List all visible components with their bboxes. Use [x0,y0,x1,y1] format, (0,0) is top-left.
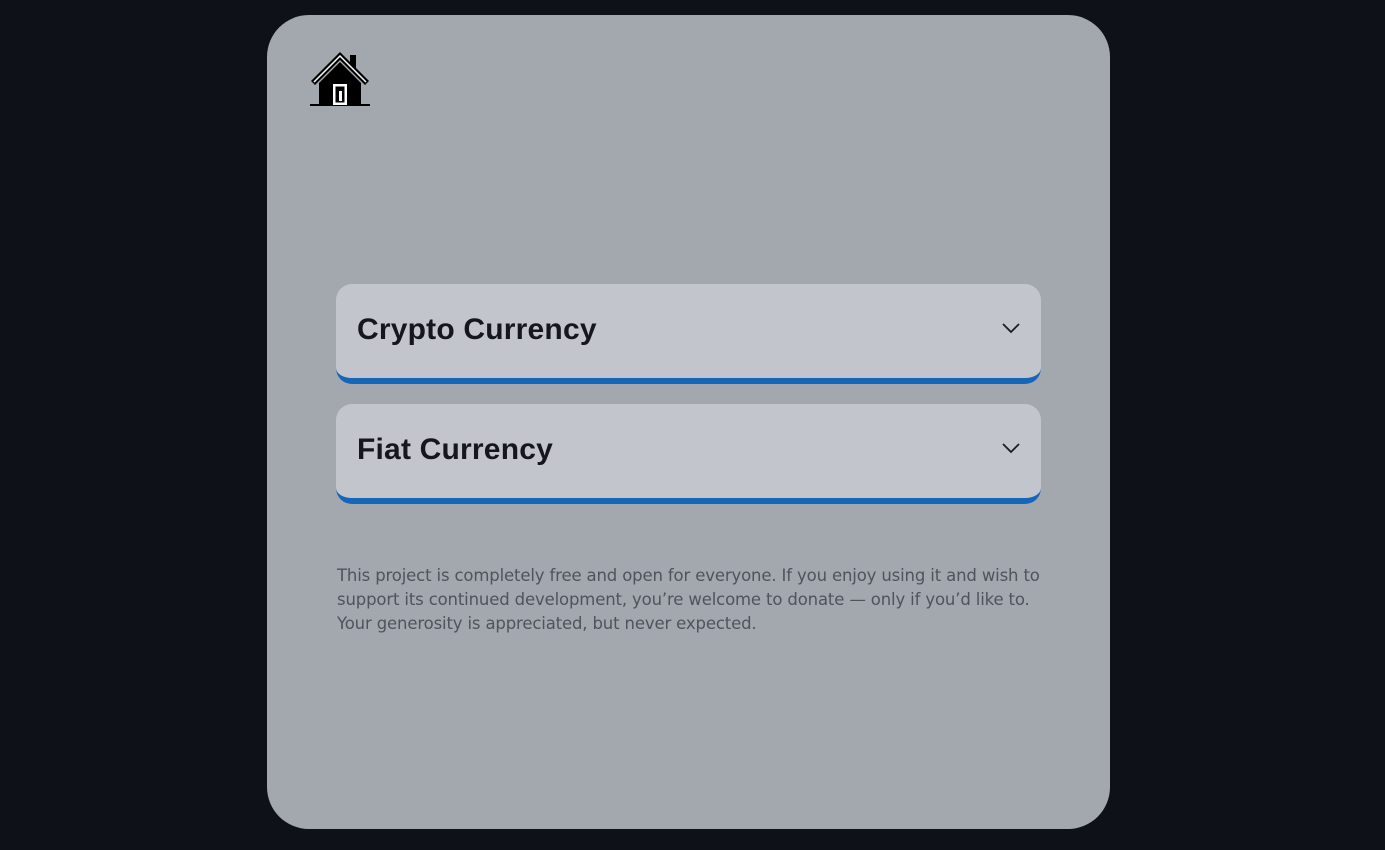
home-icon[interactable] [309,49,371,107]
chevron-down-icon [1002,323,1020,334]
accordion-label: Fiat Currency [357,433,553,466]
donation-note: This project is completely free and open… [337,566,1040,633]
accordion-fiat-currency[interactable]: Fiat Currency [336,404,1041,504]
accordion-crypto-currency[interactable]: Crypto Currency [336,284,1041,384]
accordion-label: Crypto Currency [357,313,597,346]
chevron-down-icon [1002,443,1020,454]
main-card: Crypto Currency Fiat Currency This proje… [267,15,1110,829]
